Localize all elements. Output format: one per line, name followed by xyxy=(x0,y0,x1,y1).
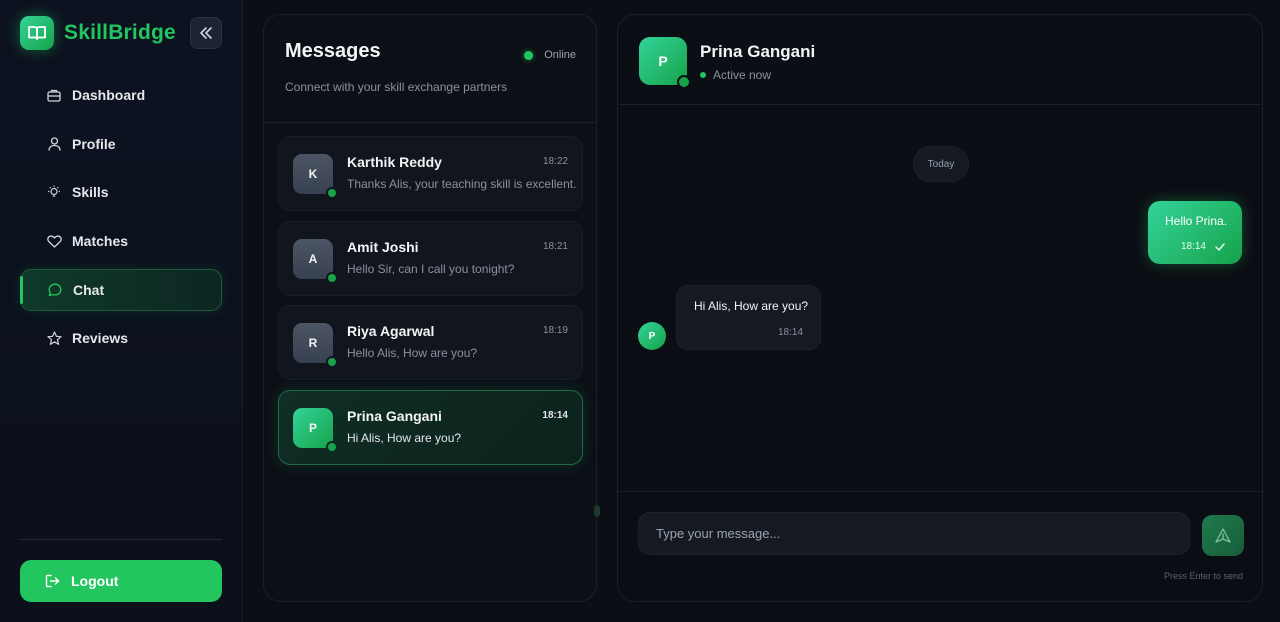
conversation-time: 18:14 xyxy=(542,409,568,421)
date-separator: Today xyxy=(913,146,969,182)
collapse-sidebar-button[interactable] xyxy=(190,17,222,49)
panel-resize-handle[interactable] xyxy=(594,505,600,517)
logout-icon xyxy=(45,574,60,588)
outgoing-message: Hello Prina. 18:14 xyxy=(1148,201,1242,264)
book-icon xyxy=(20,16,54,50)
conversation-item[interactable]: K Karthik Reddy 18:22 Thanks Alis, your … xyxy=(278,136,583,211)
sidebar-item-label: Reviews xyxy=(72,330,129,347)
chevrons-left-icon xyxy=(200,27,212,39)
conversation-time: 18:19 xyxy=(542,325,568,336)
conversation-item-active[interactable]: P Prina Gangani 18:14 Hi Alis, How are y… xyxy=(278,389,583,465)
message-text: Hello Prina. xyxy=(1165,214,1228,228)
page-title: Messages xyxy=(285,40,381,62)
conversation-name: Amit Joshi xyxy=(347,238,419,255)
message-time: 18:14 xyxy=(1180,241,1206,252)
avatar-initial: K xyxy=(308,167,318,181)
chat-contact-status: Active now xyxy=(700,68,771,82)
message-input[interactable] xyxy=(638,512,1190,555)
chat-panel: P Prina Gangani Active now Today Hello P… xyxy=(617,14,1263,602)
avatar-initial: P xyxy=(658,53,668,69)
sidebar-item-label: Dashboard xyxy=(72,87,146,103)
conversation-name: Riya Agarwal xyxy=(347,323,435,339)
avatar: K xyxy=(293,154,338,199)
conversation-preview: Thanks Alis, your teaching skill is exce… xyxy=(347,177,577,191)
chat-header: P Prina Gangani Active now xyxy=(618,15,1262,105)
chat-status-label: Active now xyxy=(713,68,772,82)
avatar: P xyxy=(638,322,666,350)
lightbulb-icon xyxy=(46,184,62,200)
send-hint: Press Enter to send xyxy=(1163,571,1243,581)
sidebar: SkillBridge Dashboard Profile Skills Mat… xyxy=(0,0,243,622)
heart-icon xyxy=(46,233,62,249)
divider xyxy=(264,122,596,123)
message-time: 18:14 xyxy=(777,327,803,338)
online-status-icon xyxy=(677,75,691,89)
logout-label: Logout xyxy=(71,573,119,589)
sidebar-nav: Dashboard Profile Skills Matches Chat Re… xyxy=(20,74,222,366)
conversation-name: Prina Gangani xyxy=(347,407,442,424)
send-button[interactable] xyxy=(1202,515,1244,556)
online-indicator: Online xyxy=(524,49,576,61)
avatar: R xyxy=(293,323,338,368)
messages-subtitle: Connect with your skill exchange partner… xyxy=(285,80,508,94)
chat-contact-name: Prina Gangani xyxy=(700,42,816,61)
user-icon xyxy=(46,136,62,152)
avatar-initial: A xyxy=(308,251,318,266)
sidebar-item-dashboard[interactable]: Dashboard xyxy=(20,74,222,116)
messages-panel: Messages Online Connect with your skill … xyxy=(263,14,597,602)
conversation-preview: Hello Alis, How are you? xyxy=(347,346,478,360)
online-dot-icon xyxy=(524,50,534,60)
message-circle-icon xyxy=(47,282,63,298)
conversation-time: 18:21 xyxy=(542,240,568,252)
send-icon xyxy=(1215,528,1231,543)
logout-button[interactable]: Logout xyxy=(20,560,222,602)
online-label: Online xyxy=(544,49,576,61)
sidebar-item-label: Profile xyxy=(72,135,116,152)
sidebar-item-label: Chat xyxy=(73,281,105,298)
online-status-icon xyxy=(326,271,338,284)
briefcase-icon xyxy=(46,87,62,103)
sidebar-item-reviews[interactable]: Reviews xyxy=(20,317,222,359)
online-status-icon xyxy=(326,356,338,368)
message-meta: 18:14 xyxy=(1181,241,1225,252)
conversation-preview: Hi Alis, How are you? xyxy=(347,430,462,445)
star-icon xyxy=(46,330,62,346)
conversation-item[interactable]: R Riya Agarwal 18:19 Hello Alis, How are… xyxy=(278,305,583,380)
sidebar-item-label: Skills xyxy=(72,184,109,201)
sidebar-divider xyxy=(20,539,222,540)
avatar-initial: R xyxy=(308,336,318,350)
sidebar-item-skills[interactable]: Skills xyxy=(20,171,222,213)
conversation-name: Karthik Reddy xyxy=(347,154,442,170)
conversation-list: K Karthik Reddy 18:22 Thanks Alis, your … xyxy=(278,136,583,474)
avatar-initial: P xyxy=(648,330,656,342)
avatar[interactable]: P xyxy=(639,37,691,89)
conversation-time: 18:22 xyxy=(542,156,568,167)
sidebar-item-matches[interactable]: Matches xyxy=(20,220,222,262)
conversation-preview: Hello Sir, can I call you tonight? xyxy=(347,261,515,276)
avatar: A xyxy=(293,238,338,284)
active-dot-icon xyxy=(700,72,706,78)
conversation-item[interactable]: A Amit Joshi 18:21 Hello Sir, can I call… xyxy=(278,220,583,296)
online-status-icon xyxy=(326,187,338,199)
sidebar-item-label: Matches xyxy=(72,233,129,250)
brand-name: SkillBridge xyxy=(64,21,176,44)
message-text: Hi Alis, How are you? xyxy=(694,299,809,313)
message-composer: Press Enter to send xyxy=(618,491,1262,601)
incoming-message: Hi Alis, How are you? 18:14 xyxy=(676,285,821,350)
online-status-icon xyxy=(326,440,338,453)
avatar: P xyxy=(293,407,338,453)
sidebar-item-chat[interactable]: Chat xyxy=(20,268,222,311)
check-icon xyxy=(1215,242,1225,251)
sidebar-item-profile[interactable]: Profile xyxy=(20,123,222,165)
avatar-initial: P xyxy=(308,420,317,435)
brand[interactable]: SkillBridge xyxy=(20,16,176,50)
